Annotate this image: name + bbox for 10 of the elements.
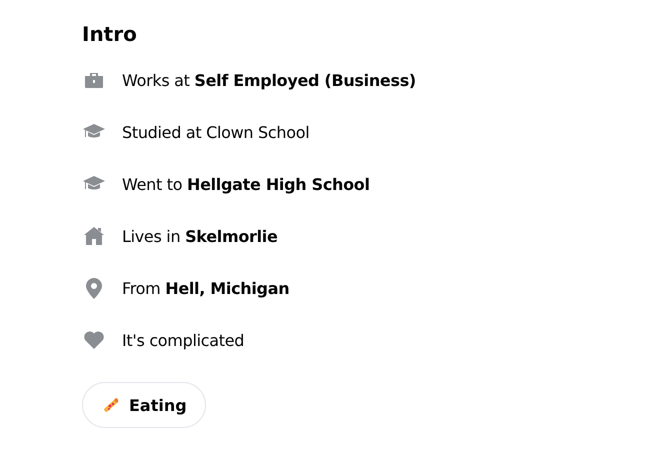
intro-detail: Studied at Clown School xyxy=(122,122,310,142)
intro-detail: It's complicated xyxy=(122,330,244,350)
intro-detail: Went to Hellgate High School xyxy=(122,174,370,194)
house-icon xyxy=(82,224,106,248)
pizza-slice-icon xyxy=(101,395,121,415)
intro-detail: Works at Self Employed (Business) xyxy=(122,70,416,90)
section-title: Intro xyxy=(82,21,138,48)
intro-detail: From Hell, Michigan xyxy=(122,278,290,298)
hobby-chip[interactable]: Eating xyxy=(82,382,206,428)
intro-detail: Lives in Skelmorlie xyxy=(122,226,278,246)
